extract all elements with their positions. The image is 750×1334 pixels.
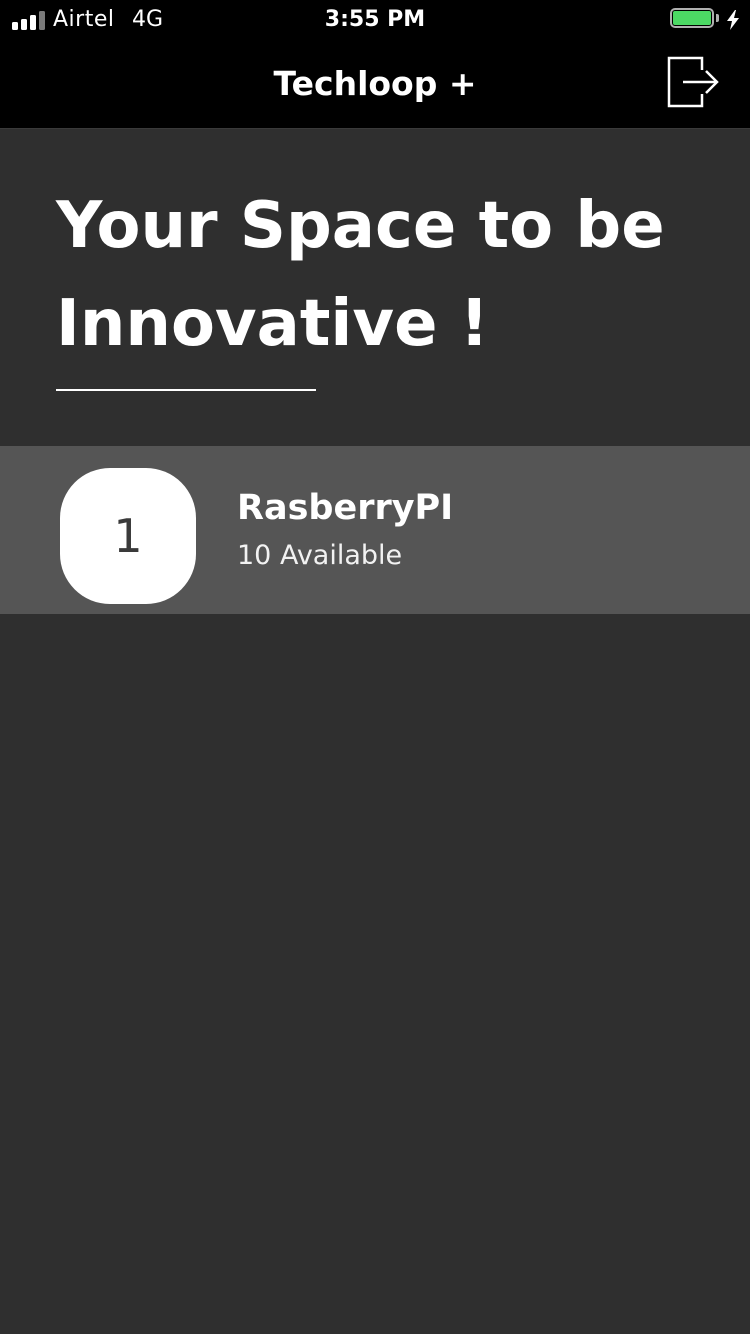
battery-icon: [670, 8, 719, 32]
logout-icon: [667, 56, 719, 108]
item-availability: 10 Available: [237, 540, 403, 571]
page-title: Techloop +: [273, 64, 477, 103]
charging-icon: [727, 10, 739, 30]
logout-button[interactable]: [666, 56, 720, 108]
item-name: RasberryPI: [237, 488, 454, 528]
hero-section: Your Space to be Innovative !: [0, 129, 750, 446]
hero-underline: [56, 389, 316, 391]
status-bar: Airtel 4G 3:55 PM: [0, 0, 750, 40]
status-time: 3:55 PM: [324, 7, 426, 32]
item-number-badge: 1: [60, 468, 196, 604]
list-item[interactable]: 1 RasberryPI 10 Available: [0, 446, 750, 614]
hero-title: Your Space to be Innovative !: [56, 189, 665, 361]
navigation-bar: Techloop +: [0, 40, 750, 129]
